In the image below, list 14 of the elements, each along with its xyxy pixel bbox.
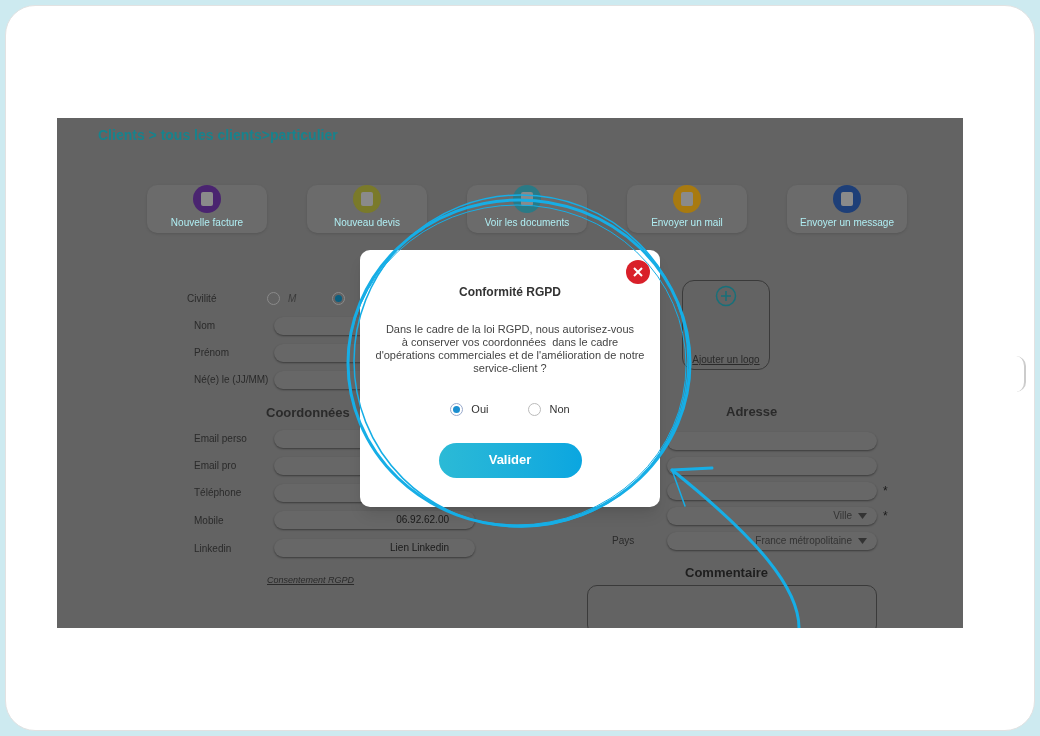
field-label: Pays bbox=[612, 534, 636, 548]
dialog-title: Conformité RGPD bbox=[459, 284, 561, 301]
field-label: Email pro bbox=[193, 459, 238, 473]
section-heading: Adresse bbox=[726, 403, 778, 421]
required-mark: * bbox=[883, 482, 888, 500]
field-label: Nom bbox=[193, 319, 217, 333]
section-heading: Coordonnées bbox=[266, 404, 350, 422]
field-label: Téléphone bbox=[193, 486, 243, 500]
required-mark: * bbox=[883, 507, 888, 525]
dialog-message: Dans le cadre de la loi RGPD, nous autorisez-vous à conserver vos coordonnées dans le cadre d'opérations commerciales et de l'amélioration de notre service-client ? bbox=[375, 323, 645, 375]
breadcrumb: Clients > tous les clients>particulier bbox=[98, 126, 338, 145]
field-label: Prénom bbox=[193, 346, 230, 360]
section-heading: Commentaire bbox=[685, 564, 769, 582]
field-label: Mobile bbox=[193, 513, 225, 528]
